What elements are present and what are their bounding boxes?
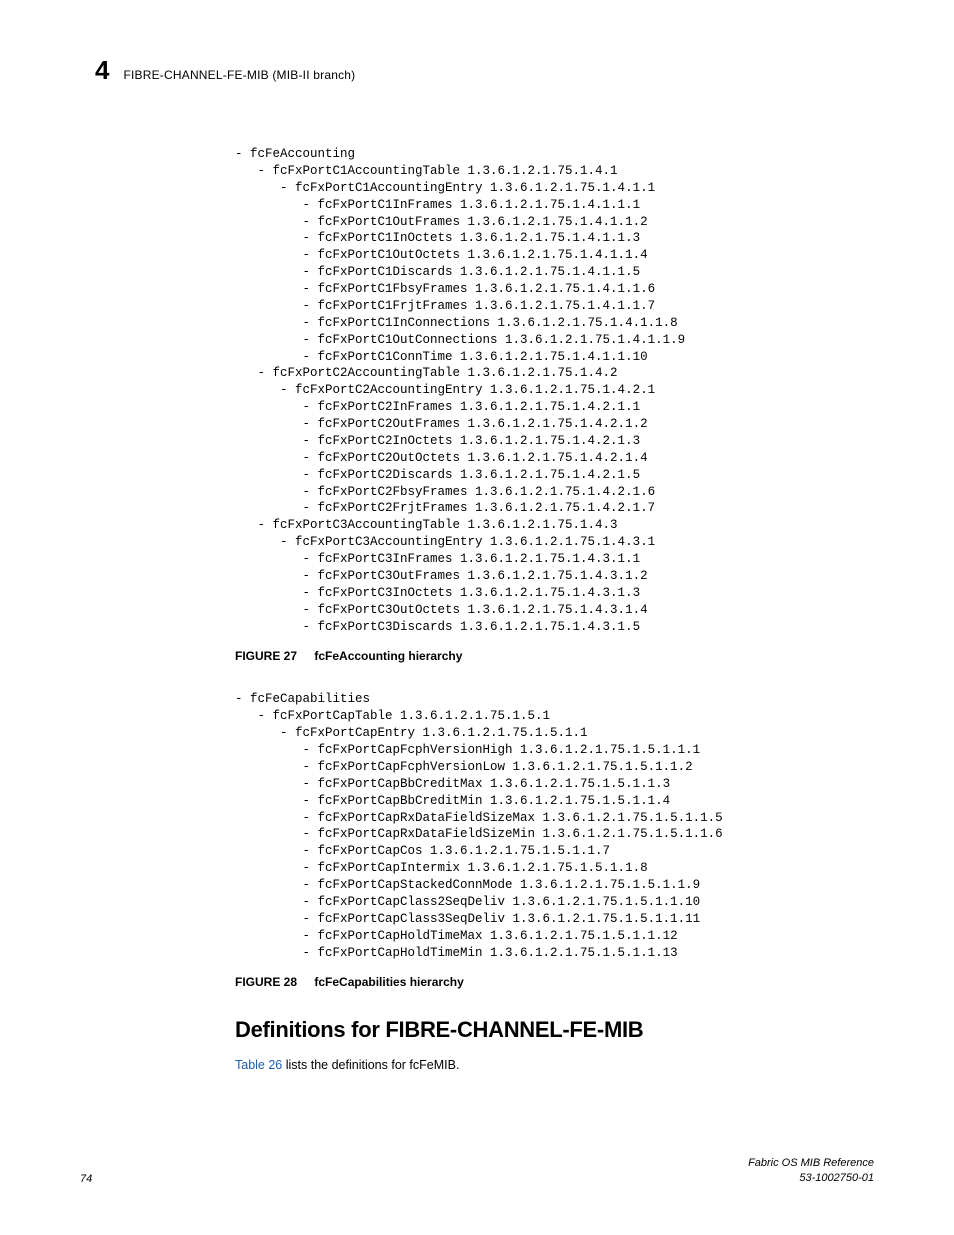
document-page: 4 FIBRE-CHANNEL-FE-MIB (MIB-II branch) -… <box>0 0 954 1235</box>
page-number: 74 <box>80 1173 92 1185</box>
page-header: 4 FIBRE-CHANNEL-FE-MIB (MIB-II branch) <box>95 55 874 86</box>
figure-28-label: FIGURE 28 <box>235 975 297 989</box>
page-content: - fcFeAccounting - fcFxPortC1AccountingT… <box>235 146 874 1075</box>
mib-tree-accounting: - fcFeAccounting - fcFxPortC1AccountingT… <box>235 146 874 635</box>
footer-doc-title: Fabric OS MIB Reference <box>748 1156 874 1170</box>
figure-27-title: fcFeAccounting hierarchy <box>314 649 462 663</box>
section-heading: Definitions for FIBRE-CHANNEL-FE-MIB <box>235 1017 874 1043</box>
footer-doc-info: Fabric OS MIB Reference 53-1002750-01 <box>748 1156 874 1185</box>
section-intro-rest: lists the definitions for fcFeMIB. <box>282 1058 459 1072</box>
chapter-number: 4 <box>95 55 109 86</box>
figure-27-label: FIGURE 27 <box>235 649 297 663</box>
figure-28-caption: FIGURE 28 fcFeCapabilities hierarchy <box>235 975 874 989</box>
figure-28-title: fcFeCapabilities hierarchy <box>314 975 463 989</box>
mib-tree-capabilities: - fcFeCapabilities - fcFxPortCapTable 1.… <box>235 691 874 961</box>
figure-27-caption: FIGURE 27 fcFeAccounting hierarchy <box>235 649 874 663</box>
footer-doc-id: 53-1002750-01 <box>748 1171 874 1185</box>
section-intro: Table 26 lists the definitions for fcFeM… <box>235 1057 874 1075</box>
header-title: FIBRE-CHANNEL-FE-MIB (MIB-II branch) <box>123 68 355 82</box>
page-footer: 74 Fabric OS MIB Reference 53-1002750-01 <box>80 1156 874 1185</box>
table-26-link[interactable]: Table 26 <box>235 1058 282 1072</box>
